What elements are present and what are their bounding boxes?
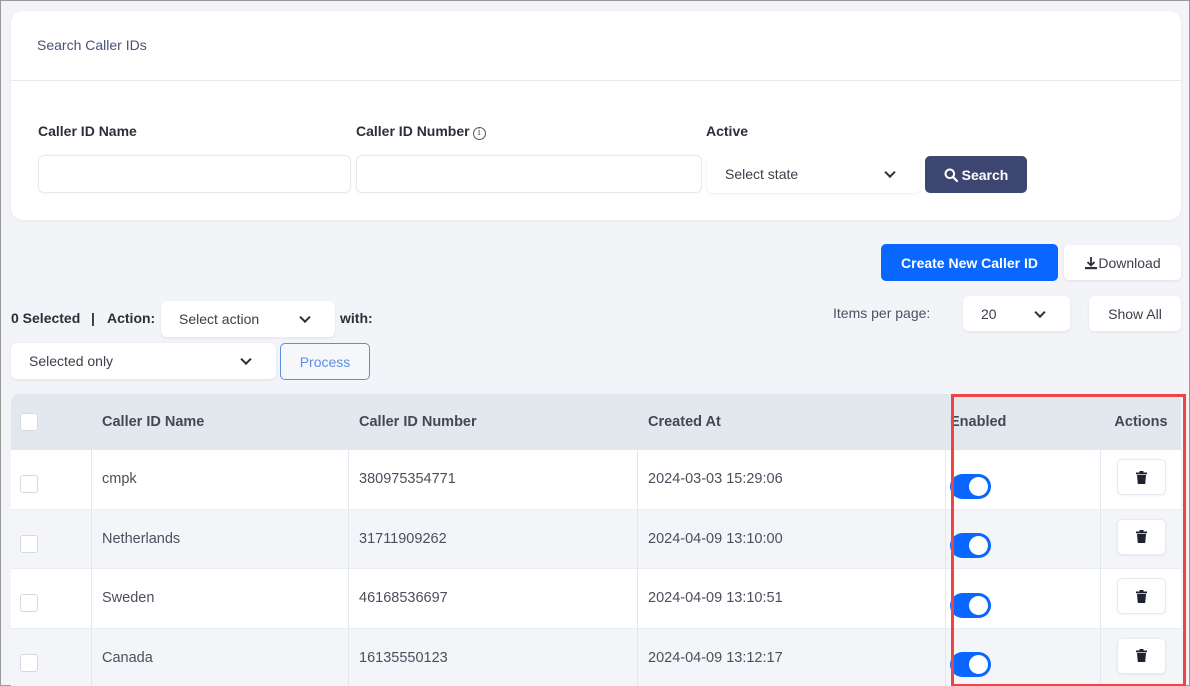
chevron-down-icon bbox=[299, 311, 311, 324]
caller-id-number-cell: 16135550123 bbox=[349, 628, 638, 686]
enabled-toggle[interactable] bbox=[950, 473, 991, 499]
toggle-knob bbox=[969, 595, 988, 615]
enabled-toggle[interactable] bbox=[950, 533, 991, 559]
enabled-toggle[interactable] bbox=[950, 652, 991, 678]
row-checkbox-cell bbox=[11, 628, 92, 686]
delete-button[interactable] bbox=[1116, 578, 1166, 615]
toggle-knob bbox=[969, 655, 988, 675]
caller-id-number-cell: 380975354771 bbox=[349, 450, 638, 510]
selected-count: 0 Selected bbox=[11, 310, 81, 326]
caller-id-number-label: Caller ID Number i bbox=[356, 123, 486, 140]
row-checkbox[interactable] bbox=[20, 594, 38, 613]
created-at-cell: 2024-03-03 15:29:06 bbox=[638, 450, 946, 510]
items-per-page-label: Items per page: bbox=[833, 305, 931, 321]
action-select[interactable]: Select action bbox=[161, 301, 335, 337]
chevron-down-icon bbox=[1034, 306, 1046, 318]
table-header-row: Caller ID Name Caller ID Number Created … bbox=[11, 394, 1181, 450]
actions-cell bbox=[1101, 569, 1181, 629]
trash-icon bbox=[1135, 470, 1147, 484]
show-all-button[interactable]: Show All bbox=[1089, 296, 1181, 331]
row-checkbox[interactable] bbox=[20, 534, 38, 553]
toggle-knob bbox=[969, 476, 988, 496]
delete-button[interactable] bbox=[1116, 459, 1166, 496]
search-button[interactable]: Search bbox=[925, 156, 1027, 193]
active-state-select[interactable]: Select state bbox=[707, 155, 920, 193]
created-at-cell: 2024-04-09 13:10:00 bbox=[638, 509, 946, 569]
download-icon bbox=[1085, 256, 1098, 269]
caller-id-number-label-text: Caller ID Number bbox=[356, 123, 470, 139]
caller-id-number-input[interactable] bbox=[356, 155, 702, 193]
chevron-down-icon bbox=[240, 353, 252, 366]
actions-cell bbox=[1101, 629, 1181, 686]
caller-id-name-label: Caller ID Name bbox=[38, 123, 137, 139]
trash-icon bbox=[1135, 530, 1147, 544]
search-button-label: Search bbox=[961, 166, 1009, 183]
row-checkbox-cell bbox=[11, 450, 92, 510]
enabled-cell bbox=[946, 450, 1101, 510]
items-per-page-value: 20 bbox=[981, 305, 997, 322]
enabled-cell bbox=[946, 509, 1101, 569]
active-state-select-value: Select state bbox=[725, 166, 799, 182]
search-card: Search Caller IDs Caller ID Name Caller … bbox=[11, 11, 1181, 220]
toggle-knob bbox=[969, 536, 988, 556]
download-button[interactable]: Download bbox=[1064, 245, 1181, 280]
caller-id-name-input[interactable] bbox=[38, 155, 351, 193]
chevron-down-icon bbox=[884, 166, 896, 179]
caller-id-name-cell: Netherlands bbox=[92, 509, 349, 569]
column-header-enabled: Enabled bbox=[946, 394, 1101, 450]
caller-ids-table: Caller ID Name Caller ID Number Created … bbox=[11, 394, 1181, 686]
actions-cell bbox=[1101, 510, 1181, 569]
delete-button[interactable] bbox=[1116, 637, 1166, 674]
search-icon bbox=[944, 168, 958, 182]
table-row: cmpk 380975354771 2024-03-03 15:29:06 bbox=[11, 450, 1181, 510]
action-select-value: Select action bbox=[179, 311, 260, 327]
process-button[interactable]: Process bbox=[280, 343, 370, 380]
caller-id-number-cell: 31711909262 bbox=[349, 509, 638, 569]
divider bbox=[11, 80, 1181, 81]
trash-icon bbox=[1135, 589, 1147, 603]
create-new-caller-id-button[interactable]: Create New Caller ID bbox=[881, 244, 1058, 281]
table-row: Netherlands 31711909262 2024-04-09 13:10… bbox=[11, 509, 1181, 569]
delete-button[interactable] bbox=[1116, 518, 1166, 555]
row-checkbox-cell bbox=[11, 569, 92, 629]
info-icon[interactable]: i bbox=[472, 127, 486, 140]
row-checkbox-cell bbox=[11, 509, 92, 569]
enabled-toggle[interactable] bbox=[950, 592, 991, 618]
search-card-title: Search Caller IDs bbox=[37, 37, 147, 53]
actions-cell bbox=[1101, 450, 1181, 510]
row-checkbox[interactable] bbox=[20, 475, 38, 494]
trash-icon bbox=[1135, 649, 1147, 663]
created-at-cell: 2024-04-09 13:10:51 bbox=[638, 569, 946, 629]
row-checkbox[interactable] bbox=[20, 653, 38, 672]
separator: | bbox=[91, 310, 95, 326]
action-label: Action: bbox=[107, 310, 156, 326]
caller-id-name-cell: Canada bbox=[92, 628, 349, 686]
caller-id-name-cell: cmpk bbox=[92, 450, 349, 510]
column-header-actions: Actions bbox=[1114, 414, 1168, 430]
table-row: Canada 16135550123 2024-04-09 13:12:17 bbox=[11, 628, 1181, 686]
download-button-label: Download bbox=[1098, 254, 1161, 271]
with-label: with: bbox=[340, 310, 373, 326]
enabled-cell bbox=[946, 569, 1101, 629]
caller-id-name-cell: Sweden bbox=[92, 569, 349, 629]
select-all-checkbox[interactable] bbox=[20, 413, 38, 431]
caller-id-number-cell: 46168536697 bbox=[349, 569, 638, 629]
active-label: Active bbox=[706, 123, 749, 139]
column-header-name[interactable]: Caller ID Name bbox=[92, 394, 349, 450]
table-row: Sweden 46168536697 2024-04-09 13:10:51 bbox=[11, 569, 1181, 629]
created-at-cell: 2024-04-09 13:12:17 bbox=[638, 628, 946, 686]
scope-select[interactable]: Selected only bbox=[11, 343, 276, 379]
column-header-created-at[interactable]: Created At bbox=[638, 394, 946, 450]
items-per-page-select[interactable]: 20 bbox=[963, 296, 1070, 331]
enabled-cell bbox=[946, 628, 1101, 686]
column-header-number[interactable]: Caller ID Number bbox=[349, 394, 638, 450]
header-checkbox-cell bbox=[11, 394, 92, 450]
scope-select-value: Selected only bbox=[29, 353, 114, 369]
